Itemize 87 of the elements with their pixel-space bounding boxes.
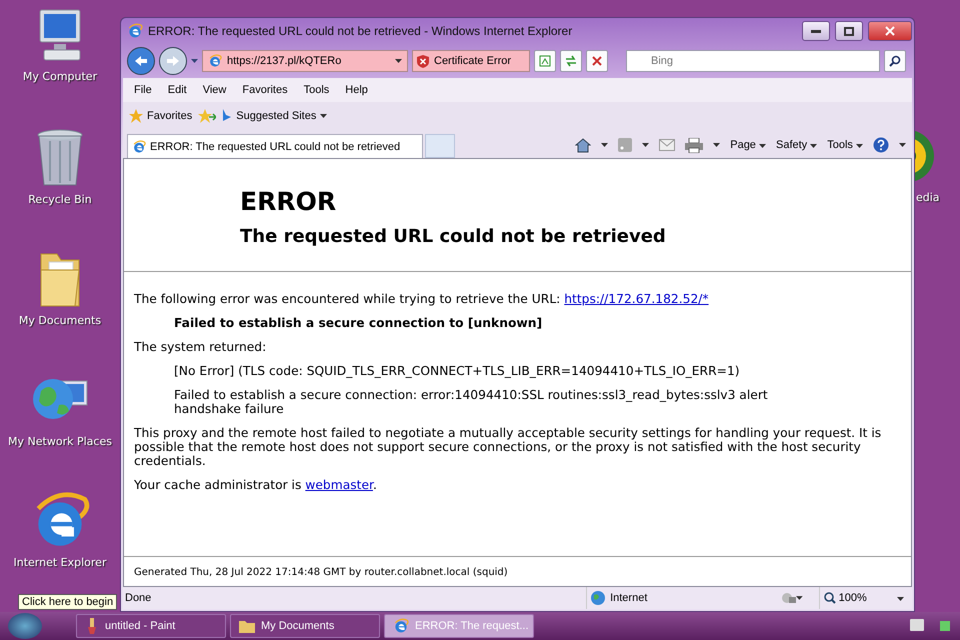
refresh-button[interactable] <box>560 50 582 72</box>
forward-button[interactable] <box>159 47 187 75</box>
command-menu[interactable]: Page <box>730 139 766 151</box>
caret-icon <box>856 144 863 148</box>
back-button[interactable] <box>127 47 155 75</box>
minimize-icon <box>811 30 821 32</box>
stop-icon <box>592 56 602 66</box>
page-icon <box>208 54 222 68</box>
page-view-icon <box>539 55 551 67</box>
close-icon <box>885 26 895 36</box>
internet-explorer-icon <box>127 23 143 39</box>
compatibility-button[interactable] <box>534 50 556 72</box>
shield-icon <box>417 54 429 68</box>
error-message: Failed to establish a secure connection to [unknown] <box>174 316 544 330</box>
favorites-button[interactable]: Favorites <box>129 109 192 123</box>
caret-icon <box>642 143 650 147</box>
desktop-icon-label[interactable]: Internet Explorer <box>14 556 106 569</box>
maximize-icon <box>844 26 854 36</box>
search-icon <box>889 55 901 67</box>
search-field[interactable]: Bing <box>626 50 880 72</box>
menu-item[interactable]: Favorites <box>235 82 295 98</box>
desktop-icon-label[interactable]: edia <box>916 191 940 204</box>
admin-text: Your cache administrator is webmaster. <box>134 478 378 492</box>
menu-item[interactable]: Edit <box>160 82 194 98</box>
caret-icon <box>796 596 803 600</box>
suggested-sites-button[interactable]: Suggested Sites <box>222 109 328 123</box>
help-icon[interactable] <box>873 137 889 153</box>
webmaster-link[interactable]: webmaster <box>305 478 373 492</box>
error-subtitle: The requested URL could not be retrieved <box>240 226 667 247</box>
certificate-error-button[interactable]: Certificate Error <box>412 50 530 72</box>
caret-icon <box>601 143 608 147</box>
error-detail: Failed to establish a secure connection: error:14094410:SSL routines:ssl3_read_bytes:sslv3 alert handshake failure <box>174 388 769 416</box>
caret-icon <box>759 144 766 148</box>
security-zone: Internet <box>610 592 648 604</box>
error-detail: [No Error] (TLS code: SQUID_TLS_ERR_CONNECT+TLS_LIB_ERR=14094410+TLS_IO_ERR=1) <box>174 364 741 378</box>
caret-icon <box>713 143 720 147</box>
browser-tab[interactable]: ERROR: The requested URL could not be retrieved <box>127 134 423 158</box>
explanation-text: This proxy and the remote host failed to negotiate a mutually acceptable security settings for handling your request. It is possible that the remote host does not support secure connections, or the proxy is not satisfied with the host security credentials. <box>134 426 882 468</box>
system-returned-label: The system returned: <box>134 340 268 354</box>
menu-item[interactable]: Tools <box>296 82 336 98</box>
refresh-icon <box>565 55 577 67</box>
taskbar-button[interactable]: My Documents <box>230 614 380 638</box>
command-menu[interactable]: Tools <box>827 139 863 151</box>
error-title: ERROR <box>240 187 338 216</box>
internet-explorer-icon <box>393 618 409 634</box>
maximize-button[interactable] <box>835 21 863 41</box>
menu-item[interactable]: View <box>196 82 234 98</box>
page-icon <box>132 140 146 154</box>
address-bar[interactable]: https://2137.pl/kQTERo <box>202 50 408 72</box>
error-intro: The following error was encountered while trying to retrieve the URL: https://172.67.182.52/* <box>134 292 710 306</box>
zoom-icon <box>824 592 836 604</box>
caret-icon <box>810 144 818 148</box>
back-arrow-icon <box>134 55 148 67</box>
taskbar-button[interactable]: untitled - Paint <box>76 614 226 638</box>
command-menu[interactable]: Safety <box>776 139 818 151</box>
stop-button[interactable] <box>586 50 608 72</box>
generated-footer: Generated Thu, 28 Jul 2022 17:14:48 GMT by router.collabnet.local (squid) <box>134 567 508 578</box>
close-button[interactable] <box>868 21 912 41</box>
caret-icon <box>320 114 328 118</box>
bing-logo <box>222 109 232 123</box>
start-button[interactable] <box>8 613 42 639</box>
zoom-control[interactable]: 100% <box>818 587 912 609</box>
desktop-icon-label[interactable]: Recycle Bin <box>28 193 92 206</box>
network-tray-icon[interactable] <box>938 619 952 633</box>
home-icon[interactable] <box>575 138 592 152</box>
menu-item[interactable]: File <box>127 82 159 98</box>
desktop-icon-label[interactable]: My Documents <box>18 314 102 327</box>
status-text: Done <box>125 592 152 604</box>
minimize-button[interactable] <box>802 21 830 41</box>
printer-icon[interactable] <box>685 138 704 152</box>
caret-icon <box>897 597 904 601</box>
paint-brush-icon <box>85 618 99 634</box>
search-button[interactable] <box>884 50 906 72</box>
globe-icon <box>591 591 606 605</box>
forward-arrow-icon <box>166 55 180 67</box>
caret-icon <box>191 59 198 63</box>
desktop-icon-label[interactable]: My Network Places <box>8 435 112 448</box>
protected-mode-icon[interactable] <box>780 591 796 605</box>
folder-icon <box>239 619 255 633</box>
window-title: ERROR: The requested URL could not be retrieved - Windows Internet Explorer <box>148 24 574 38</box>
add-favorite-icon[interactable] <box>198 109 216 123</box>
menu-item[interactable]: Help <box>338 82 375 98</box>
url-link[interactable]: https://172.67.182.52/* <box>564 292 709 306</box>
star-icon <box>129 109 143 123</box>
caret-icon <box>395 59 402 63</box>
desktop-icon-label[interactable]: My Computer <box>22 70 98 83</box>
start-tooltip: Click here to begin <box>18 594 118 610</box>
